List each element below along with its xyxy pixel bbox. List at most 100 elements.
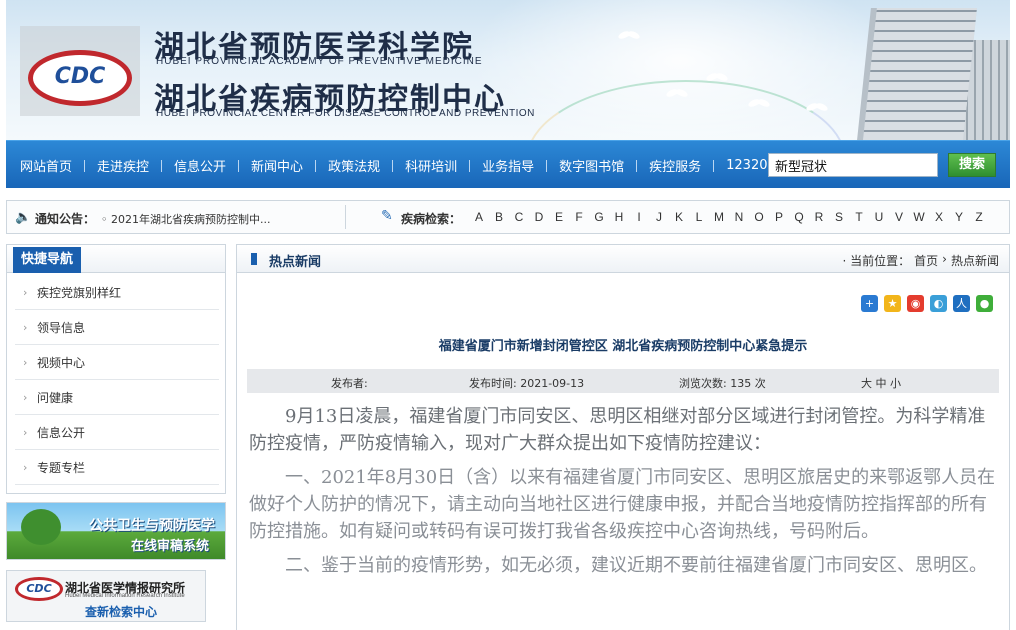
institute-name-en: Hubei Medical Information Research Insti… [65, 593, 185, 599]
section-marker [251, 253, 257, 265]
cdc-logo[interactable]: CDC [20, 26, 140, 116]
quick-nav-title: 快捷导航 [13, 247, 82, 273]
article-views: 浏览次数: 135 次 [679, 377, 766, 390]
nav-divider [636, 159, 638, 172]
share-add-icon[interactable]: + [861, 295, 878, 312]
site-title-center-en: HUBEI PROVINCIAL CENTER FOR DISEASE CONT… [156, 108, 535, 119]
nav-item-about[interactable]: 走进疾控 [97, 156, 174, 175]
disease-letter-s[interactable]: S [829, 210, 849, 224]
disease-letter-u[interactable]: U [869, 210, 889, 224]
disease-letter-n[interactable]: N [729, 210, 749, 224]
breadcrumb-current[interactable]: 热点新闻 [951, 252, 999, 269]
disease-letter-f[interactable]: F [569, 210, 589, 224]
nav-label: 业务指导 [482, 160, 535, 175]
sidebar-item-leaders[interactable]: › 领导信息 [15, 310, 219, 345]
wechat-icon[interactable]: ● [976, 295, 993, 312]
chevron-right-icon: › [23, 355, 28, 369]
article-body: 9月13日凌晨，福建省厦门市同安区、思明区相继对部分区域进行封闭管控。为科学精准… [249, 403, 997, 586]
disease-letter-w[interactable]: W [909, 210, 929, 224]
disease-letter-a[interactable]: A [469, 210, 489, 224]
search-input[interactable] [768, 153, 938, 177]
disease-letter-k[interactable]: K [669, 210, 689, 224]
chevron-right-icon: › [23, 425, 28, 439]
disease-letter-q[interactable]: Q [789, 210, 809, 224]
quick-nav-header: 快捷导航 [7, 245, 225, 273]
nav-item-library[interactable]: 数字图书馆 [559, 156, 649, 175]
nav-divider [161, 159, 163, 172]
tencent-weibo-icon[interactable]: ◐ [930, 295, 947, 312]
disease-letter-c[interactable]: C [509, 210, 529, 224]
sidebar-item-disclosure[interactable]: › 信息公开 [15, 415, 219, 450]
nav-item-policy[interactable]: 政策法规 [328, 156, 405, 175]
disease-letter-z[interactable]: Z [969, 210, 989, 224]
dove-icon [806, 100, 828, 114]
disease-letter-o[interactable]: O [749, 210, 769, 224]
nav-item-hotline[interactable]: 12320 [726, 156, 767, 175]
qzone-icon[interactable]: ★ [884, 295, 901, 312]
nav-item-news[interactable]: 新闻中心 [251, 156, 328, 175]
nav-item-services[interactable]: 疾控服务 [649, 156, 726, 175]
nav-item-guidance[interactable]: 业务指导 [482, 156, 559, 175]
sidebar-item-ask-health[interactable]: › 问健康 [15, 380, 219, 415]
sidebar-item-party[interactable]: › 疾控党旗别样红 [15, 275, 219, 310]
nav-item-disclosure[interactable]: 信息公开 [174, 156, 251, 175]
article-paragraph: 一、2021年8月30日（含）以来有福建省厦门市同安区、思明区旅居史的来鄂返鄂人… [249, 464, 997, 545]
chevron-right-icon: › [23, 390, 28, 404]
journal-review-banner[interactable]: 公共卫生与预防医学 在线审稿系统 [6, 502, 226, 560]
article-paragraph: 二、鉴于当前的疫情形势，如无必须，建议近期不要前往福建省厦门市同安区、思明区。 [249, 552, 997, 579]
nav-item-home[interactable]: 网站首页 [20, 156, 97, 175]
weibo-icon[interactable]: ◉ [907, 295, 924, 312]
medical-info-institute-banner[interactable]: CDC 湖北省医学情报研究所 Hubei Medical Information… [6, 570, 206, 622]
disease-letter-g[interactable]: G [589, 210, 609, 224]
disease-letter-d[interactable]: D [529, 210, 549, 224]
paragraph-text: 9月13日凌晨，福建省厦门市同安区、思明区相继对部分区域进行封闭管控。为科学精准… [249, 406, 986, 454]
disease-letter-x[interactable]: X [929, 210, 949, 224]
disease-letter-p[interactable]: P [769, 210, 789, 224]
article-paragraph: 9月13日凌晨，福建省厦门市同安区、思明区相继对部分区域进行封闭管控。为科学精准… [249, 403, 997, 457]
sidebar-item-video[interactable]: › 视频中心 [15, 345, 219, 380]
speaker-icon: 🔈 [15, 210, 32, 225]
disease-letter-m[interactable]: M [709, 210, 729, 224]
disease-letter-h[interactable]: H [609, 210, 629, 224]
disease-letter-r[interactable]: R [809, 210, 829, 224]
chevron-right-icon: › [23, 320, 28, 334]
dove-icon [618, 28, 640, 42]
nav-divider [392, 159, 394, 172]
sidebar-item-topics[interactable]: › 专题专栏 [15, 450, 219, 485]
nav-divider [315, 159, 317, 172]
notice-ticker-link[interactable]: ◦ 2021年湖北省疾病预防控制中... [101, 211, 270, 227]
article-panel-header: 热点新闻 · 当前位置： 首页 › 热点新闻 [237, 245, 1009, 273]
nav-label: 走进疾控 [97, 160, 150, 175]
sidebar-item-label: 领导信息 [37, 320, 86, 335]
logo-text: CDC [54, 64, 106, 89]
disease-letter-e[interactable]: E [549, 210, 569, 224]
nav-label: 新闻中心 [251, 160, 304, 175]
disease-letter-index: ABCDEFGHIJKLMNOPQRSTUVWXYZ [469, 210, 989, 224]
disease-letter-v[interactable]: V [889, 210, 909, 224]
tree-illustration [21, 509, 61, 545]
quick-nav-list: › 疾控党旗别样红 › 领导信息 › 视频中心 › 问健康 › 信息公开 › 专题专栏 [15, 275, 219, 485]
disease-letter-j[interactable]: J [649, 210, 669, 224]
journal-banner-title: 公共卫生与预防医学 [89, 518, 215, 534]
disease-letter-y[interactable]: Y [949, 210, 969, 224]
dove-icon [706, 70, 728, 84]
nav-label: 科研培训 [405, 160, 458, 175]
disease-letter-l[interactable]: L [689, 210, 709, 224]
nav-item-research[interactable]: 科研培训 [405, 156, 482, 175]
nav-menu: 网站首页 走进疾控 信息公开 新闻中心 政策法规 科研培训 业务指导 数字图书馆… [20, 156, 768, 175]
paragraph-text: 二、鉴于当前的疫情形势，如无必须，建议近期不要前往福建省厦门市同安区、思明区。 [285, 555, 987, 576]
nav-divider [713, 159, 715, 172]
breadcrumb-home[interactable]: 首页 [914, 252, 938, 269]
institute-service: 查新检索中心 [85, 605, 158, 619]
disease-letter-b[interactable]: B [489, 210, 509, 224]
disease-letter-t[interactable]: T [849, 210, 869, 224]
disease-letter-i[interactable]: I [629, 210, 649, 224]
notice-label: 通知公告： [35, 212, 96, 226]
renren-icon[interactable]: 人 [953, 295, 970, 312]
notice-bar: 🔈 通知公告： ◦ 2021年湖北省疾病预防控制中... ✎ 疾病检索： ABC… [6, 200, 1010, 234]
font-size-switcher[interactable]: 大 中 小 [861, 375, 901, 391]
search-button[interactable]: 搜索 [948, 153, 996, 177]
nav-divider [469, 159, 471, 172]
article-title: 福建省厦门市新增封闭管控区 湖北省疾病预防控制中心紧急提示 [438, 339, 808, 354]
dove-icon [666, 86, 688, 100]
